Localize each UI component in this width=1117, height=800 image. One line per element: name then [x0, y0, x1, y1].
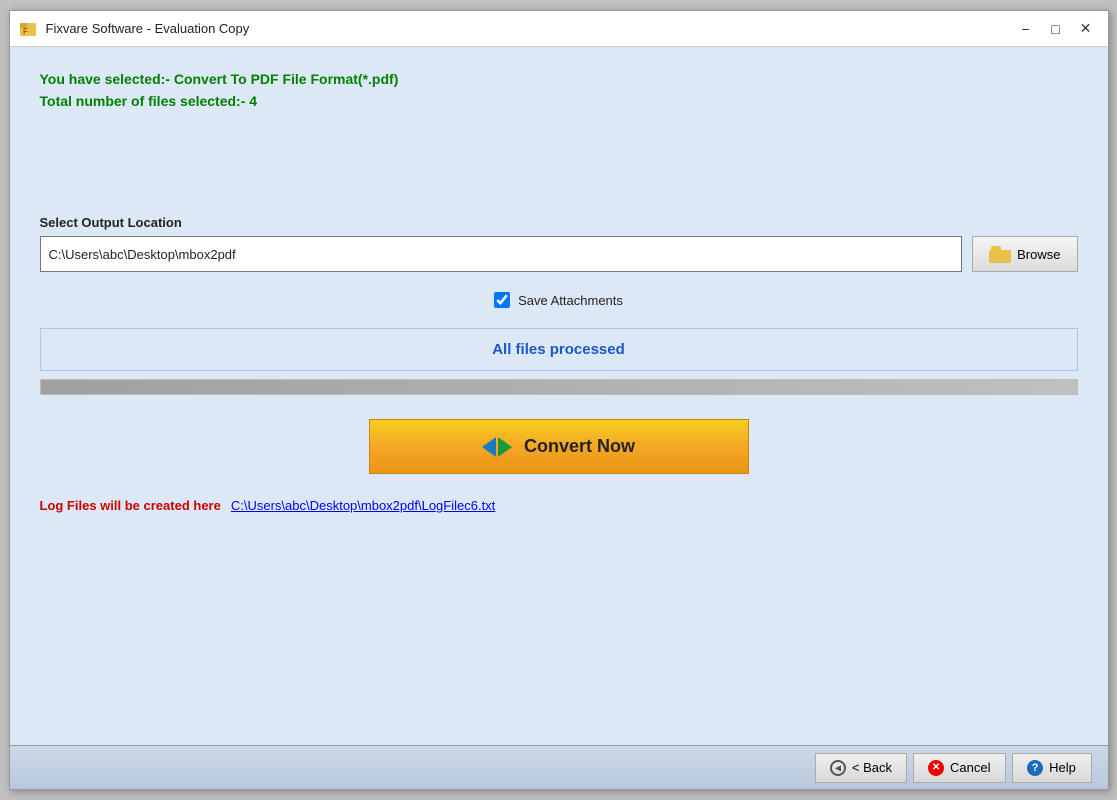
arrow-right-icon	[498, 437, 512, 457]
convert-button-container: Convert Now	[40, 419, 1078, 474]
window-title: Fixvare Software - Evaluation Copy	[46, 21, 1012, 36]
main-window: F Fixvare Software - Evaluation Copy − □…	[9, 10, 1109, 790]
window-controls: − □ ✕	[1012, 17, 1100, 41]
cancel-button-label: Cancel	[950, 760, 990, 775]
log-section: Log Files will be created here C:\Users\…	[40, 498, 1078, 513]
arrow-left-icon	[482, 437, 496, 457]
browse-button[interactable]: Browse	[972, 236, 1077, 272]
minimize-button[interactable]: −	[1012, 17, 1040, 41]
close-button[interactable]: ✕	[1072, 17, 1100, 41]
back-button[interactable]: < Back	[815, 753, 907, 783]
app-icon: F	[18, 19, 38, 39]
save-attachments-row: Save Attachments	[40, 292, 1078, 308]
back-icon	[830, 760, 846, 776]
cancel-button[interactable]: ✕ Cancel	[913, 753, 1005, 783]
output-location-section: Select Output Location Browse	[40, 215, 1078, 272]
back-button-label: < Back	[852, 760, 892, 775]
browse-button-label: Browse	[1017, 247, 1060, 262]
status-bar: All files processed	[40, 328, 1078, 371]
save-attachments-checkbox[interactable]	[494, 292, 510, 308]
bottom-bar: < Back ✕ Cancel ? Help	[10, 745, 1108, 789]
progress-bar-container	[40, 379, 1078, 395]
convert-now-label: Convert Now	[524, 436, 635, 457]
svg-text:F: F	[23, 27, 28, 36]
content-area: You have selected:- Convert To PDF File …	[10, 47, 1108, 745]
output-row: Browse	[40, 236, 1078, 272]
log-file-link[interactable]: C:\Users\abc\Desktop\mbox2pdf\LogFilec6.…	[231, 498, 495, 513]
title-bar: F Fixvare Software - Evaluation Copy − □…	[10, 11, 1108, 47]
help-button-label: Help	[1049, 760, 1076, 775]
status-text: All files processed	[492, 341, 625, 358]
convert-icon	[482, 437, 512, 457]
cancel-icon: ✕	[928, 760, 944, 776]
selected-format-info: You have selected:- Convert To PDF File …	[40, 71, 1078, 87]
log-label: Log Files will be created here	[40, 498, 221, 513]
file-count-info: Total number of files selected:- 4	[40, 93, 1078, 109]
progress-bar-fill	[41, 380, 1077, 394]
convert-now-button[interactable]: Convert Now	[369, 419, 749, 474]
output-location-label: Select Output Location	[40, 215, 1078, 230]
help-button[interactable]: ? Help	[1012, 753, 1092, 783]
folder-icon	[989, 246, 1011, 263]
help-icon: ?	[1027, 760, 1043, 776]
save-attachments-label: Save Attachments	[518, 293, 623, 308]
output-path-input[interactable]	[40, 236, 963, 272]
maximize-button[interactable]: □	[1042, 17, 1070, 41]
